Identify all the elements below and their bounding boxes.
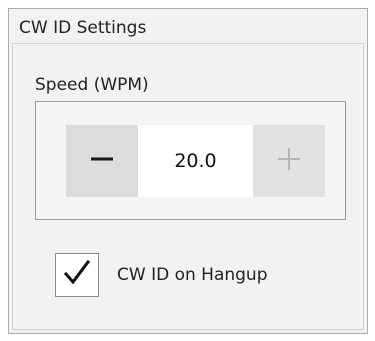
speed-stepper: 20.0 — [66, 125, 325, 197]
increment-button[interactable] — [253, 125, 325, 197]
minus-icon — [90, 147, 114, 175]
speed-value-field[interactable]: 20.0 — [138, 125, 253, 197]
speed-label: Speed (WPM) — [35, 75, 149, 95]
plus-icon — [277, 147, 301, 175]
group-title: CW ID Settings — [19, 18, 147, 38]
cw-id-on-hangup-checkbox[interactable] — [55, 253, 99, 297]
cw-id-on-hangup-label: CW ID on Hangup — [117, 265, 268, 285]
cw-id-on-hangup-option[interactable]: CW ID on Hangup — [55, 253, 268, 297]
checkmark-icon — [62, 258, 92, 292]
decrement-button[interactable] — [66, 125, 138, 197]
